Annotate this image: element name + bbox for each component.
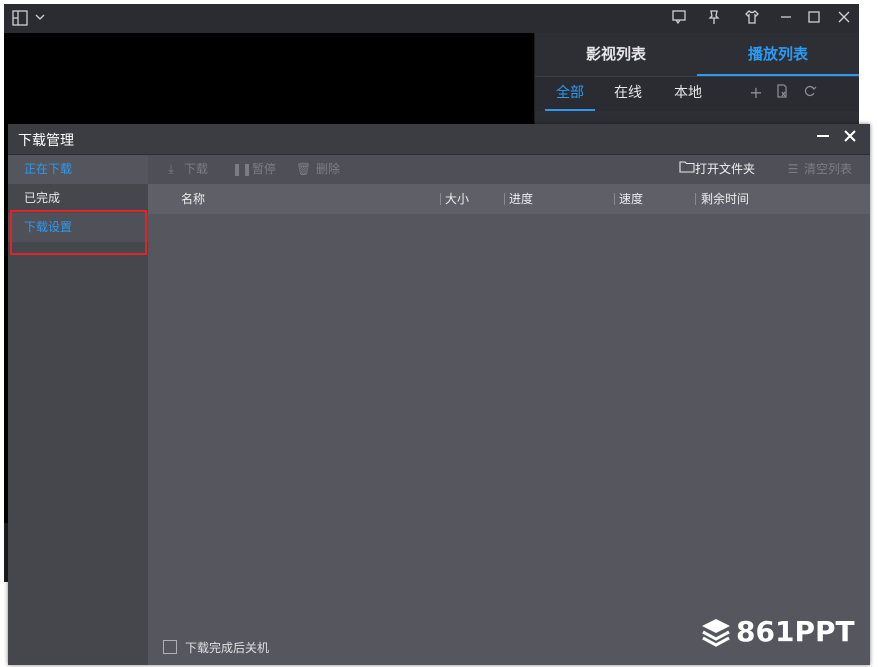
filter-row: 全部 在线 本地 + — [535, 76, 859, 111]
col-progress[interactable]: 进度 — [509, 184, 533, 214]
menu-layout-icon[interactable] — [10, 9, 30, 29]
watermark-text: 861PPT — [736, 615, 855, 648]
tab-play-list[interactable]: 播放列表 — [697, 33, 859, 76]
add-icon[interactable]: + — [747, 84, 765, 102]
col-name[interactable]: 名称 — [181, 184, 205, 214]
download-manager-dialog: 下载管理 正在下载 已完成 下载设置 ⤓ 下载 ❚❚暂停 🗑 删除 打开文件夹 … — [8, 124, 870, 665]
remove-file-icon[interactable] — [773, 84, 791, 102]
col-size[interactable]: 大小 — [445, 184, 469, 214]
close-icon[interactable] — [834, 9, 854, 29]
nav-completed[interactable]: 已完成 — [8, 184, 148, 213]
shutdown-checkbox[interactable] — [163, 640, 177, 654]
pause-icon: ❚❚ — [232, 162, 253, 176]
maximize-icon[interactable] — [804, 9, 824, 29]
dialog-close-icon[interactable] — [841, 129, 859, 147]
list-icon: ☰ — [787, 162, 799, 176]
col-divider[interactable] — [504, 193, 505, 205]
download-list-panel: ⤓ 下载 ❚❚暂停 🗑 删除 打开文件夹 ☰ 清空列表 名称 大小 进度 速度 … — [148, 155, 870, 665]
layers-logo-icon — [700, 616, 732, 647]
col-divider[interactable] — [695, 193, 696, 205]
col-remaining-time[interactable]: 剩余时间 — [701, 184, 749, 214]
folder-icon — [679, 155, 695, 184]
shutdown-option[interactable]: 下载完成后关机 — [163, 639, 269, 657]
tab-video-list[interactable]: 影视列表 — [535, 33, 697, 76]
highlight-box — [10, 210, 147, 255]
side-tabs: 影视列表 播放列表 — [535, 33, 859, 76]
col-speed[interactable]: 速度 — [619, 184, 643, 214]
filter-online[interactable]: 在线 — [603, 77, 653, 109]
download-toolbar: ⤓ 下载 ❚❚暂停 🗑 删除 打开文件夹 ☰ 清空列表 — [148, 155, 870, 184]
dialog-minimize-icon[interactable] — [814, 129, 832, 147]
refresh-icon[interactable] — [801, 84, 819, 102]
nav-downloading[interactable]: 正在下载 — [8, 155, 148, 184]
download-icon: ⤓ — [168, 162, 174, 176]
feedback-icon[interactable] — [669, 9, 689, 29]
col-divider[interactable] — [614, 193, 615, 205]
dialog-titlebar: 下载管理 — [8, 124, 870, 155]
filter-local[interactable]: 本地 — [663, 77, 713, 109]
pin-icon[interactable] — [704, 9, 724, 29]
column-header: 名称 大小 进度 速度 剩余时间 — [148, 184, 870, 214]
col-divider[interactable] — [440, 193, 441, 205]
player-titlebar — [4, 4, 859, 33]
open-folder-button[interactable]: 打开文件夹 — [679, 155, 755, 184]
trash-icon: 🗑 — [296, 162, 312, 176]
filter-all[interactable]: 全部 — [545, 77, 595, 111]
chevron-down-icon[interactable] — [30, 9, 50, 29]
clear-list-button[interactable]: ☰ 清空列表 — [786, 155, 852, 184]
minimize-icon[interactable] — [776, 9, 796, 29]
watermark-logo: 861PPT — [700, 610, 870, 654]
shutdown-label: 下载完成后关机 — [185, 641, 270, 655]
skin-shirt-icon[interactable] — [742, 9, 762, 29]
delete-button[interactable]: 🗑 删除 — [296, 155, 340, 184]
pause-button[interactable]: ❚❚暂停 — [232, 155, 276, 184]
download-button[interactable]: ⤓ 下载 — [164, 155, 208, 184]
dialog-title: 下载管理 — [18, 133, 74, 149]
